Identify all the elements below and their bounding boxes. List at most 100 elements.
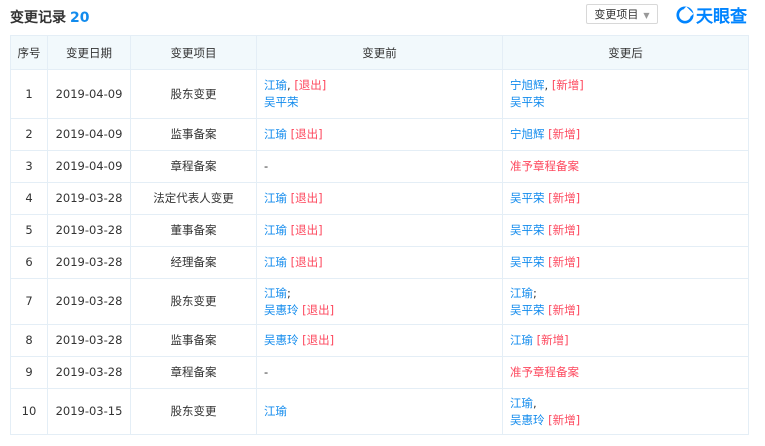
after-cell: 准予章程备案: [502, 150, 749, 183]
after-cell: 宁旭辉 [新增]: [502, 118, 749, 151]
row-index: 5: [10, 214, 48, 247]
change-item: 监事备案: [130, 324, 257, 357]
change-item: 股东变更: [130, 278, 257, 325]
table-row: 10 2019-03-15 股东变更 江瑜 江瑜, 吴惠玲 [新增]: [10, 388, 749, 435]
before-cell: 江瑜 [退出]: [256, 246, 503, 279]
person-link[interactable]: 江瑜: [264, 223, 291, 237]
cell-line: 江瑜,: [510, 395, 741, 412]
record-count: 20: [70, 10, 90, 26]
cell-line: 江瑜 [退出]: [264, 126, 495, 143]
person-link[interactable]: 吴平荣: [510, 255, 548, 269]
person-link[interactable]: 江瑜: [264, 191, 291, 205]
status-tag: [新增]: [548, 302, 581, 317]
status-tag: [新增]: [548, 255, 581, 269]
table-row: 2 2019-04-09 监事备案 江瑜 [退出] 宁旭辉 [新增]: [10, 118, 749, 151]
before-cell: 江瑜 [退出]: [256, 214, 503, 247]
status-tag: [退出]: [290, 191, 323, 205]
status-tag: [退出]: [290, 255, 323, 269]
before-cell: 江瑜: [256, 388, 503, 435]
status-tag: [新增]: [536, 333, 569, 347]
person-link[interactable]: 吴平荣: [510, 95, 545, 109]
separator-text: -: [264, 365, 269, 379]
person-link[interactable]: 吴平荣: [510, 303, 548, 317]
change-item: 章程备案: [130, 356, 257, 389]
change-item-filter-dropdown[interactable]: 变更项目 ▼: [586, 4, 658, 24]
change-item: 经理备案: [130, 246, 257, 279]
row-index: 7: [10, 278, 48, 325]
section-title: 变更记录 20: [10, 7, 89, 27]
status-tag: [退出]: [302, 333, 335, 347]
separator-text: ;: [533, 285, 537, 300]
status-tag: [退出]: [290, 127, 323, 141]
column-header-before: 变更前: [256, 35, 503, 70]
person-link[interactable]: 江瑜: [510, 333, 537, 347]
cell-line: 吴平荣 [新增]: [510, 254, 741, 271]
logo-icon: [676, 5, 694, 24]
separator-text: ;: [287, 285, 291, 300]
person-link[interactable]: 江瑜: [264, 404, 287, 418]
table-row: 7 2019-03-28 股东变更 江瑜; 吴惠玲 [退出] 江瑜; 吴平荣 [新增]: [10, 278, 749, 325]
section-title-text: 变更记录: [10, 10, 66, 26]
person-link[interactable]: 江瑜: [510, 286, 533, 300]
change-date: 2019-03-28: [47, 324, 131, 357]
status-tag: [新增]: [548, 412, 581, 427]
after-cell: 吴平荣 [新增]: [502, 214, 749, 247]
cell-line: 准予章程备案: [510, 158, 741, 175]
separator-text: ,: [533, 395, 537, 410]
person-link[interactable]: 吴惠玲: [510, 413, 548, 427]
cell-line: 吴惠玲 [退出]: [264, 332, 495, 349]
row-index: 2: [10, 118, 48, 151]
separator-text: ,: [544, 78, 552, 92]
cell-line: 宁旭辉 [新增]: [510, 126, 741, 143]
person-link[interactable]: 宁旭辉: [510, 78, 545, 92]
cell-line: -: [264, 158, 495, 175]
row-index: 8: [10, 324, 48, 357]
change-item: 章程备案: [130, 150, 257, 183]
change-records-table: 序号 变更日期 变更项目 变更前 变更后 1 2019-04-09 股东变更 江瑜, …: [10, 35, 749, 435]
person-link[interactable]: 吴平荣: [264, 95, 299, 109]
status-tag: [退出]: [302, 302, 335, 317]
cell-line: 江瑜 [退出]: [264, 222, 495, 239]
person-link[interactable]: 吴惠玲: [264, 303, 302, 317]
cell-line: 吴平荣 [新增]: [510, 190, 741, 207]
status-tag: [新增]: [548, 191, 581, 205]
after-cell: 江瑜, 吴惠玲 [新增]: [502, 388, 749, 435]
separator-text: -: [264, 159, 269, 173]
after-cell: 准予章程备案: [502, 356, 749, 389]
person-link[interactable]: 宁旭辉: [510, 127, 548, 141]
table-row: 6 2019-03-28 经理备案 江瑜 [退出] 吴平荣 [新增]: [10, 246, 749, 279]
row-index: 6: [10, 246, 48, 279]
person-link[interactable]: 吴惠玲: [264, 333, 302, 347]
change-item: 股东变更: [130, 69, 257, 119]
column-header-item: 变更项目: [130, 35, 257, 70]
cell-line: 宁旭辉, [新增]: [510, 77, 741, 94]
before-cell: 江瑜 [退出]: [256, 118, 503, 151]
change-date: 2019-03-28: [47, 182, 131, 215]
row-index: 4: [10, 182, 48, 215]
person-link[interactable]: 江瑜: [510, 396, 533, 410]
cell-line: 吴平荣: [264, 94, 495, 111]
row-index: 10: [10, 388, 48, 435]
cell-line: -: [264, 364, 495, 381]
row-index: 3: [10, 150, 48, 183]
after-cell: 吴平荣 [新增]: [502, 182, 749, 215]
table-row: 1 2019-04-09 股东变更 江瑜, [退出] 吴平荣 宁旭辉, [新增] 吴平荣: [10, 69, 749, 119]
cell-line: 江瑜: [264, 403, 495, 420]
person-link[interactable]: 江瑜: [264, 78, 287, 92]
table-header-row: 序号 变更日期 变更项目 变更前 变更后: [10, 35, 749, 70]
after-cell: 宁旭辉, [新增] 吴平荣: [502, 69, 749, 119]
person-link[interactable]: 江瑜: [264, 127, 291, 141]
status-tag: [新增]: [551, 78, 584, 92]
person-link[interactable]: 吴平荣: [510, 223, 548, 237]
table-row: 4 2019-03-28 法定代表人变更 江瑜 [退出] 吴平荣 [新增]: [10, 182, 749, 215]
person-link[interactable]: 江瑜: [264, 286, 287, 300]
status-tag: [退出]: [290, 223, 323, 237]
row-index: 1: [10, 69, 48, 119]
table-row: 8 2019-03-28 监事备案 吴惠玲 [退出] 江瑜 [新增]: [10, 324, 749, 357]
before-cell: -: [256, 150, 503, 183]
change-item: 股东变更: [130, 388, 257, 435]
change-item: 法定代表人变更: [130, 182, 257, 215]
after-cell: 江瑜; 吴平荣 [新增]: [502, 278, 749, 325]
person-link[interactable]: 江瑜: [264, 255, 291, 269]
person-link[interactable]: 吴平荣: [510, 191, 548, 205]
